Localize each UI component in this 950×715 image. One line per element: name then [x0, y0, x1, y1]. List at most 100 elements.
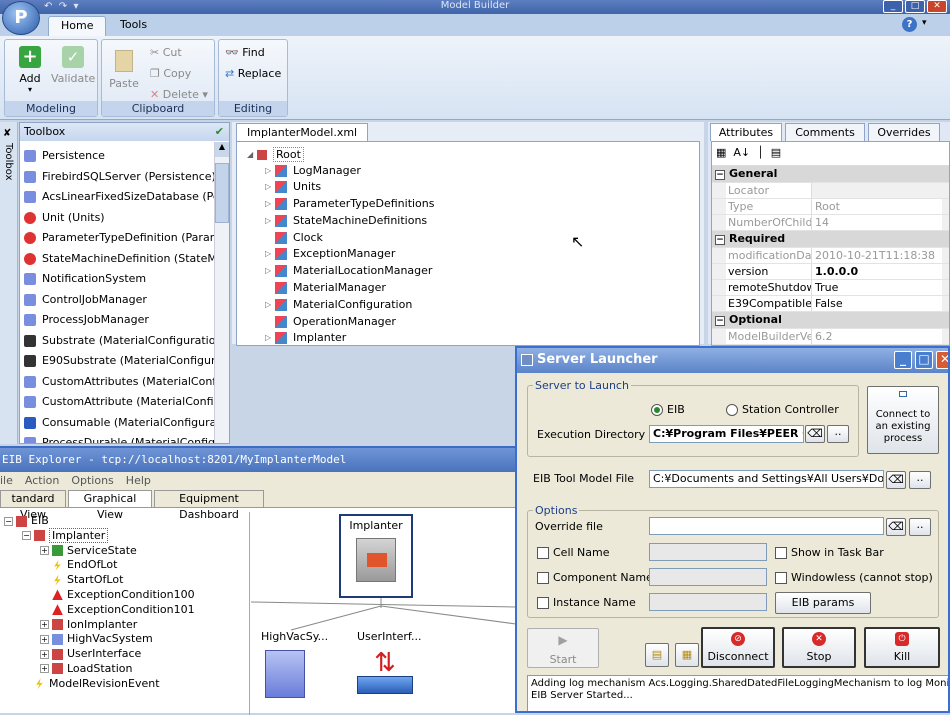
- property-category[interactable]: − General: [712, 166, 949, 183]
- validate-button[interactable]: ✓ Validate: [51, 46, 95, 85]
- stop-button[interactable]: ✕ Stop: [782, 627, 856, 668]
- expand-icon[interactable]: +: [40, 664, 49, 674]
- log-tool-button[interactable]: ▤: [645, 643, 669, 667]
- browse-override-button[interactable]: ..: [909, 518, 931, 536]
- expand-icon[interactable]: +: [40, 620, 49, 630]
- minimize-button[interactable]: _: [883, 0, 903, 13]
- tree-node[interactable]: ▷ StateMachineDefinitions: [265, 213, 699, 230]
- collapse-icon[interactable]: −: [715, 170, 725, 180]
- toolbox-item[interactable]: AcsLinearFixedSizeDatabase (Persis: [24, 187, 229, 208]
- tab-attributes[interactable]: Attributes: [710, 123, 782, 141]
- eib-tree-node[interactable]: − EIB: [0, 514, 249, 529]
- eib-tree-node[interactable]: +ExceptionCondition100: [0, 588, 249, 603]
- pin-icon[interactable]: ✔: [215, 123, 224, 141]
- radio-station-controller[interactable]: [726, 404, 738, 416]
- cut-button[interactable]: ✂ Cut: [150, 46, 182, 59]
- graph-label-highvac[interactable]: HighVacSy...: [261, 630, 328, 643]
- notes-button[interactable]: ▦: [675, 643, 699, 667]
- model-file-field[interactable]: C:¥Documents and Settings¥All Users¥Docu…: [649, 470, 884, 488]
- sort-alpha-icon[interactable]: A↓: [733, 146, 750, 159]
- clear-exec-dir-button[interactable]: ⌫: [805, 425, 825, 443]
- close-button[interactable]: ✕: [927, 0, 947, 13]
- component-name-field[interactable]: [649, 568, 767, 586]
- override-file-field[interactable]: [649, 517, 884, 535]
- tree-node[interactable]: ▷ MaterialLocationManager: [265, 263, 699, 280]
- tree-node[interactable]: OperationManager: [265, 314, 699, 331]
- toolbox-item[interactable]: FirebirdSQLServer (Persistence): [24, 167, 229, 188]
- radio-eib[interactable]: [651, 404, 663, 416]
- delete-button[interactable]: ✕ Delete ▾: [150, 88, 208, 101]
- maximize-button[interactable]: □: [905, 0, 925, 13]
- app-menu-orb[interactable]: P: [2, 1, 40, 35]
- property-category[interactable]: − Optional: [712, 312, 949, 329]
- expand-icon[interactable]: ▷: [265, 297, 275, 313]
- toolbox-item[interactable]: CustomAttributes (MaterialConfigura: [24, 372, 229, 393]
- toolbox-item[interactable]: ControlJobManager: [24, 290, 229, 311]
- menu-options[interactable]: Options: [71, 472, 113, 490]
- disconnect-button[interactable]: ⊘ Disconnect: [701, 627, 775, 668]
- toolbox-item[interactable]: Consumable (MaterialConfiguration): [24, 413, 229, 434]
- instance-name-field[interactable]: [649, 593, 767, 611]
- eib-tree-node[interactable]: + ServiceState: [0, 544, 249, 559]
- categorized-icon[interactable]: ▦: [716, 146, 726, 159]
- paste-button[interactable]: Paste: [106, 50, 142, 90]
- tab-implanter-model[interactable]: ImplanterModel.xml: [236, 123, 369, 141]
- launcher-maximize-button[interactable]: □: [915, 351, 933, 369]
- eib-tree-node[interactable]: + HighVacSystem: [0, 632, 249, 647]
- connect-existing-button[interactable]: Connect to an existing process: [867, 386, 939, 454]
- tab-comments[interactable]: Comments: [785, 123, 865, 141]
- tab-tools[interactable]: Tools: [108, 16, 159, 36]
- tree-node[interactable]: ▷ ExceptionManager: [265, 246, 699, 263]
- tree-node[interactable]: ▷ MaterialConfiguration: [265, 297, 699, 314]
- property-row[interactable]: NumberOfChildr14: [712, 215, 949, 231]
- eib-tab[interactable]: Graphical View: [68, 490, 152, 521]
- toolbox-side-tab[interactable]: ✘ Toolbox: [0, 122, 18, 444]
- exec-dir-field[interactable]: C:¥Program Files¥PEER Grou: [649, 425, 804, 443]
- help-icon[interactable]: ?: [902, 17, 917, 32]
- property-category[interactable]: − Required: [712, 231, 949, 248]
- toolbox-item[interactable]: Substrate (MaterialConfiguration): [24, 331, 229, 352]
- eib-params-button[interactable]: EIB params: [775, 592, 871, 614]
- expand-icon[interactable]: ▷: [265, 213, 275, 229]
- toolbox-item[interactable]: ProcessDurable (MaterialConfigurati: [24, 433, 229, 443]
- toolbox-item[interactable]: StateMachineDefinition (StateMachi: [24, 249, 229, 270]
- expand-icon[interactable]: ▷: [265, 196, 275, 212]
- graph-node-implanter[interactable]: Implanter: [339, 514, 413, 598]
- expand-icon[interactable]: +: [40, 634, 49, 644]
- windowless-checkbox[interactable]: [775, 572, 787, 584]
- toolbox-scrollbar[interactable]: ▲: [214, 142, 229, 443]
- expand-icon[interactable]: −: [4, 516, 13, 526]
- property-row[interactable]: ModelBuilderVe 6.2: [712, 329, 949, 345]
- toolbox-item[interactable]: CustomAttribute (MaterialConfigura: [24, 392, 229, 413]
- clear-model-file-button[interactable]: ⌫: [886, 471, 906, 489]
- eib-tree-node[interactable]: +ModelRevisionEvent: [0, 677, 249, 692]
- tree-node[interactable]: ▷ LogManager: [265, 163, 699, 180]
- toolbox-item[interactable]: NotificationSystem: [24, 269, 229, 290]
- chevron-down-icon[interactable]: ▾: [922, 18, 927, 28]
- expand-icon[interactable]: +: [40, 649, 49, 659]
- collapse-icon[interactable]: −: [715, 235, 725, 245]
- eib-tree-node[interactable]: +StartOfLot: [0, 573, 249, 588]
- expand-icon[interactable]: ▷: [265, 163, 275, 179]
- cell-name-checkbox[interactable]: [537, 547, 549, 559]
- menu-action[interactable]: Action: [25, 472, 59, 490]
- cell-name-field[interactable]: [649, 543, 767, 561]
- highvac-icon[interactable]: [265, 650, 305, 698]
- kill-button[interactable]: ⏻ Kill: [864, 627, 940, 668]
- instance-name-checkbox[interactable]: [537, 597, 549, 609]
- eib-tree-node[interactable]: +EndOfLot: [0, 558, 249, 573]
- expand-icon[interactable]: ▷: [265, 263, 275, 279]
- toolbox-item[interactable]: Unit (Units): [24, 208, 229, 229]
- quick-access-toolbar[interactable]: ↶ ↷ ▾: [44, 1, 79, 12]
- tree-node[interactable]: MaterialManager: [265, 280, 699, 297]
- tree-node[interactable]: ▷ Implanter: [265, 330, 699, 345]
- tree-node[interactable]: ▷ Units: [265, 179, 699, 196]
- menu-ile[interactable]: ile: [0, 472, 13, 490]
- eib-tab[interactable]: tandard View: [0, 490, 66, 521]
- browse-exec-dir-button[interactable]: ..: [827, 425, 849, 443]
- menu-help[interactable]: Help: [126, 472, 151, 490]
- browse-model-file-button[interactable]: ..: [909, 471, 931, 489]
- copy-button[interactable]: ❐ Copy: [150, 67, 191, 80]
- tree-root[interactable]: ◢ Root: [237, 142, 699, 163]
- component-name-checkbox[interactable]: [537, 572, 549, 584]
